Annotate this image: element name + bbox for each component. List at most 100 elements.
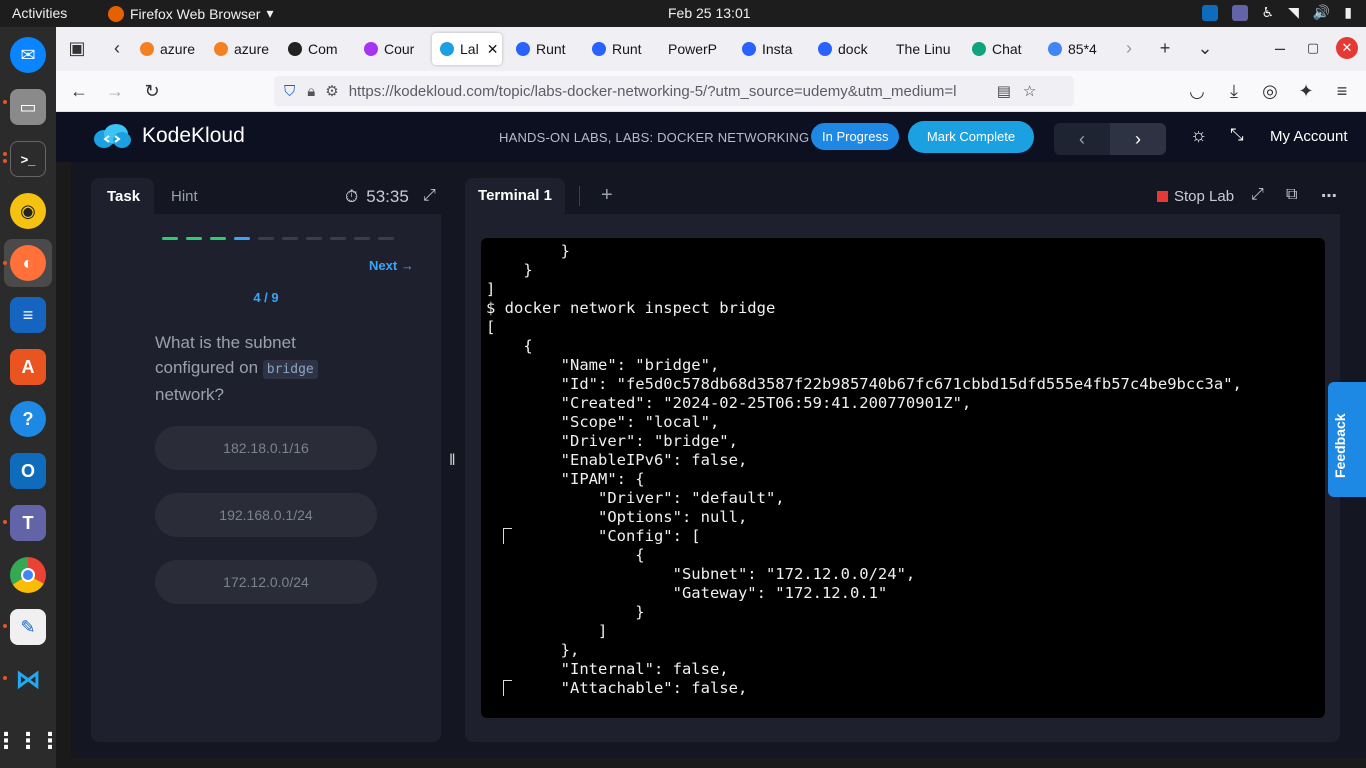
tab-terminal-1[interactable]: Terminal 1	[465, 178, 565, 214]
new-tab-icon[interactable]: +	[1154, 37, 1176, 59]
resize-handle[interactable]: ‖	[449, 452, 456, 470]
close-tab-icon[interactable]: ✕	[487, 41, 499, 58]
expand-icon[interactable]: ⤢	[423, 187, 436, 205]
permissions-icon[interactable]: ⚙	[325, 82, 338, 100]
browser-tab[interactable]: Runt	[508, 33, 582, 65]
chrome-icon[interactable]	[10, 557, 46, 593]
theme-toggle-icon[interactable]: ☼	[1190, 125, 1207, 147]
firefox-dock-icon[interactable]: ◐	[10, 245, 46, 281]
browser-tab[interactable]: Runt	[584, 33, 658, 65]
show-apps-icon[interactable]: ⋮⋮⋮	[0, 723, 61, 759]
files-icon[interactable]: ▭	[10, 89, 46, 125]
terminal-icon[interactable]: >_	[10, 141, 46, 177]
browser-tab[interactable]: Chat	[964, 33, 1038, 65]
lock-icon[interactable]: 🔒︎	[307, 83, 315, 100]
app-name: Firefox Web Browser	[130, 5, 261, 22]
vscode-icon[interactable]: ⋈	[10, 661, 46, 697]
mark-complete-button[interactable]: Mark Complete	[908, 121, 1034, 153]
my-account-link[interactable]: My Account	[1270, 128, 1348, 145]
answer-option[interactable]: 172.12.0.0/24	[155, 560, 377, 604]
collapse-icon[interactable]: ⤡	[1230, 125, 1244, 145]
accessibility-icon[interactable]: ♿	[1262, 4, 1275, 21]
bookmark-star-icon[interactable]: ☆	[1023, 82, 1036, 100]
browser-tab[interactable]: Com	[280, 33, 352, 65]
text-editor-icon[interactable]: ✎	[10, 609, 46, 645]
maximize-window-icon[interactable]: ▢	[1302, 37, 1324, 59]
browser-tab[interactable]: PowerP	[660, 33, 732, 65]
account-icon[interactable]: ◎	[1259, 80, 1281, 102]
libreoffice-writer-icon[interactable]: ≡	[10, 297, 46, 333]
system-tray[interactable]: ♿ ◥ 🔊 ▮	[1201, 4, 1352, 21]
open-external-icon[interactable]: ⧉	[1286, 186, 1297, 204]
close-window-icon[interactable]: ✕	[1336, 37, 1358, 59]
browser-tab[interactable]: Cour	[356, 33, 426, 65]
tab-scroll-left-icon[interactable]: ‹	[106, 37, 128, 59]
previous-lesson-icon[interactable]: ‹	[1054, 123, 1110, 155]
reader-view-icon[interactable]: ▤	[997, 82, 1011, 100]
fullscreen-icon[interactable]: ⤢	[1251, 186, 1264, 204]
more-options-icon[interactable]: ⋯	[1321, 186, 1337, 206]
terminal-line: "Options": null,	[486, 508, 748, 526]
browser-tab[interactable]: azure	[132, 33, 204, 65]
running-indicator	[3, 159, 7, 163]
stop-lab-button[interactable]: Stop Lab	[1157, 188, 1234, 205]
rhythmbox-icon[interactable]: ◉	[10, 193, 46, 229]
help-icon[interactable]: ?	[10, 401, 46, 437]
wifi-icon[interactable]: ◥	[1288, 4, 1299, 21]
terminal-line: "IPAM": {	[486, 470, 645, 488]
browser-tab[interactable]: azure	[206, 33, 278, 65]
teams-tray-icon[interactable]	[1231, 4, 1248, 21]
stackoverflow-icon	[214, 42, 228, 56]
kodekloud-logo[interactable]: KodeKloud	[92, 123, 245, 149]
activities-button[interactable]: Activities	[12, 5, 67, 21]
outlook-icon[interactable]: O	[10, 453, 46, 489]
extensions-icon[interactable]: ✦	[1295, 80, 1317, 102]
teams-icon[interactable]: T	[10, 505, 46, 541]
browser-tab[interactable]: dock	[810, 33, 886, 65]
runtime-icon	[818, 42, 832, 56]
tab-task[interactable]: Task	[107, 188, 140, 205]
terminal-line: {	[486, 337, 533, 355]
terminal-screen[interactable]: } }] $ docker network inspect bridge[ { "…	[481, 238, 1325, 718]
tab-hint[interactable]: Hint	[171, 188, 198, 205]
downloads-icon[interactable]: ⤓	[1223, 80, 1245, 102]
progress-step	[234, 237, 250, 240]
task-tabs: Task Hint ⏱ 53:35 ⤢	[91, 178, 441, 214]
pocket-icon[interactable]: ◡	[1186, 80, 1208, 102]
reload-icon[interactable]: ↻	[141, 80, 163, 102]
app-menu-icon[interactable]: ≡	[1331, 80, 1353, 102]
stackoverflow-icon	[140, 42, 154, 56]
firefox-view-icon[interactable]: ▣	[66, 37, 88, 59]
answer-option[interactable]: 192.168.0.1/24	[155, 493, 377, 537]
forward-icon[interactable]: →	[104, 80, 126, 102]
next-lesson-icon[interactable]: ›	[1110, 123, 1166, 155]
terminal-line: }	[486, 261, 533, 279]
running-indicator	[3, 520, 7, 524]
google-icon	[1048, 42, 1062, 56]
list-all-tabs-icon[interactable]: ⌄	[1194, 37, 1216, 59]
answer-option[interactable]: 182.18.0.1/16	[155, 426, 377, 470]
url-bar[interactable]: ⛉ 🔒︎ ⚙ https://kodekloud.com/topic/labs-…	[274, 76, 1074, 106]
browser-tab[interactable]: The Linu	[888, 33, 964, 65]
browser-tab[interactable]: Insta	[734, 33, 808, 65]
back-icon[interactable]: ←	[68, 80, 90, 102]
progress-step	[210, 237, 226, 240]
app-center-icon[interactable]: A	[10, 349, 46, 385]
add-terminal-icon[interactable]: +	[601, 184, 613, 207]
volume-icon[interactable]: 🔊	[1313, 4, 1330, 21]
kodekloud-icon	[440, 42, 454, 56]
shield-icon[interactable]: ⛉	[284, 83, 295, 100]
browser-tab-active[interactable]: Lal ✕	[432, 33, 502, 65]
progress-step	[354, 237, 370, 240]
next-question-link[interactable]: Next →	[369, 258, 414, 273]
outlook-tray-icon[interactable]	[1201, 4, 1218, 21]
feedback-button[interactable]: Feedback	[1328, 382, 1366, 497]
battery-icon[interactable]: ▮	[1344, 4, 1352, 21]
tab-scroll-right-icon[interactable]: ›	[1118, 37, 1140, 59]
browser-tab[interactable]: 85*4	[1040, 33, 1116, 65]
thunderbird-icon[interactable]: ✉	[10, 37, 46, 73]
url-text[interactable]: https://kodekloud.com/topic/labs-docker-…	[349, 83, 989, 100]
app-menu[interactable]: Firefox Web Browser ▾	[108, 5, 273, 22]
clock[interactable]: Feb 25 13:01	[668, 5, 751, 21]
minimize-window-icon[interactable]: –	[1269, 37, 1291, 59]
